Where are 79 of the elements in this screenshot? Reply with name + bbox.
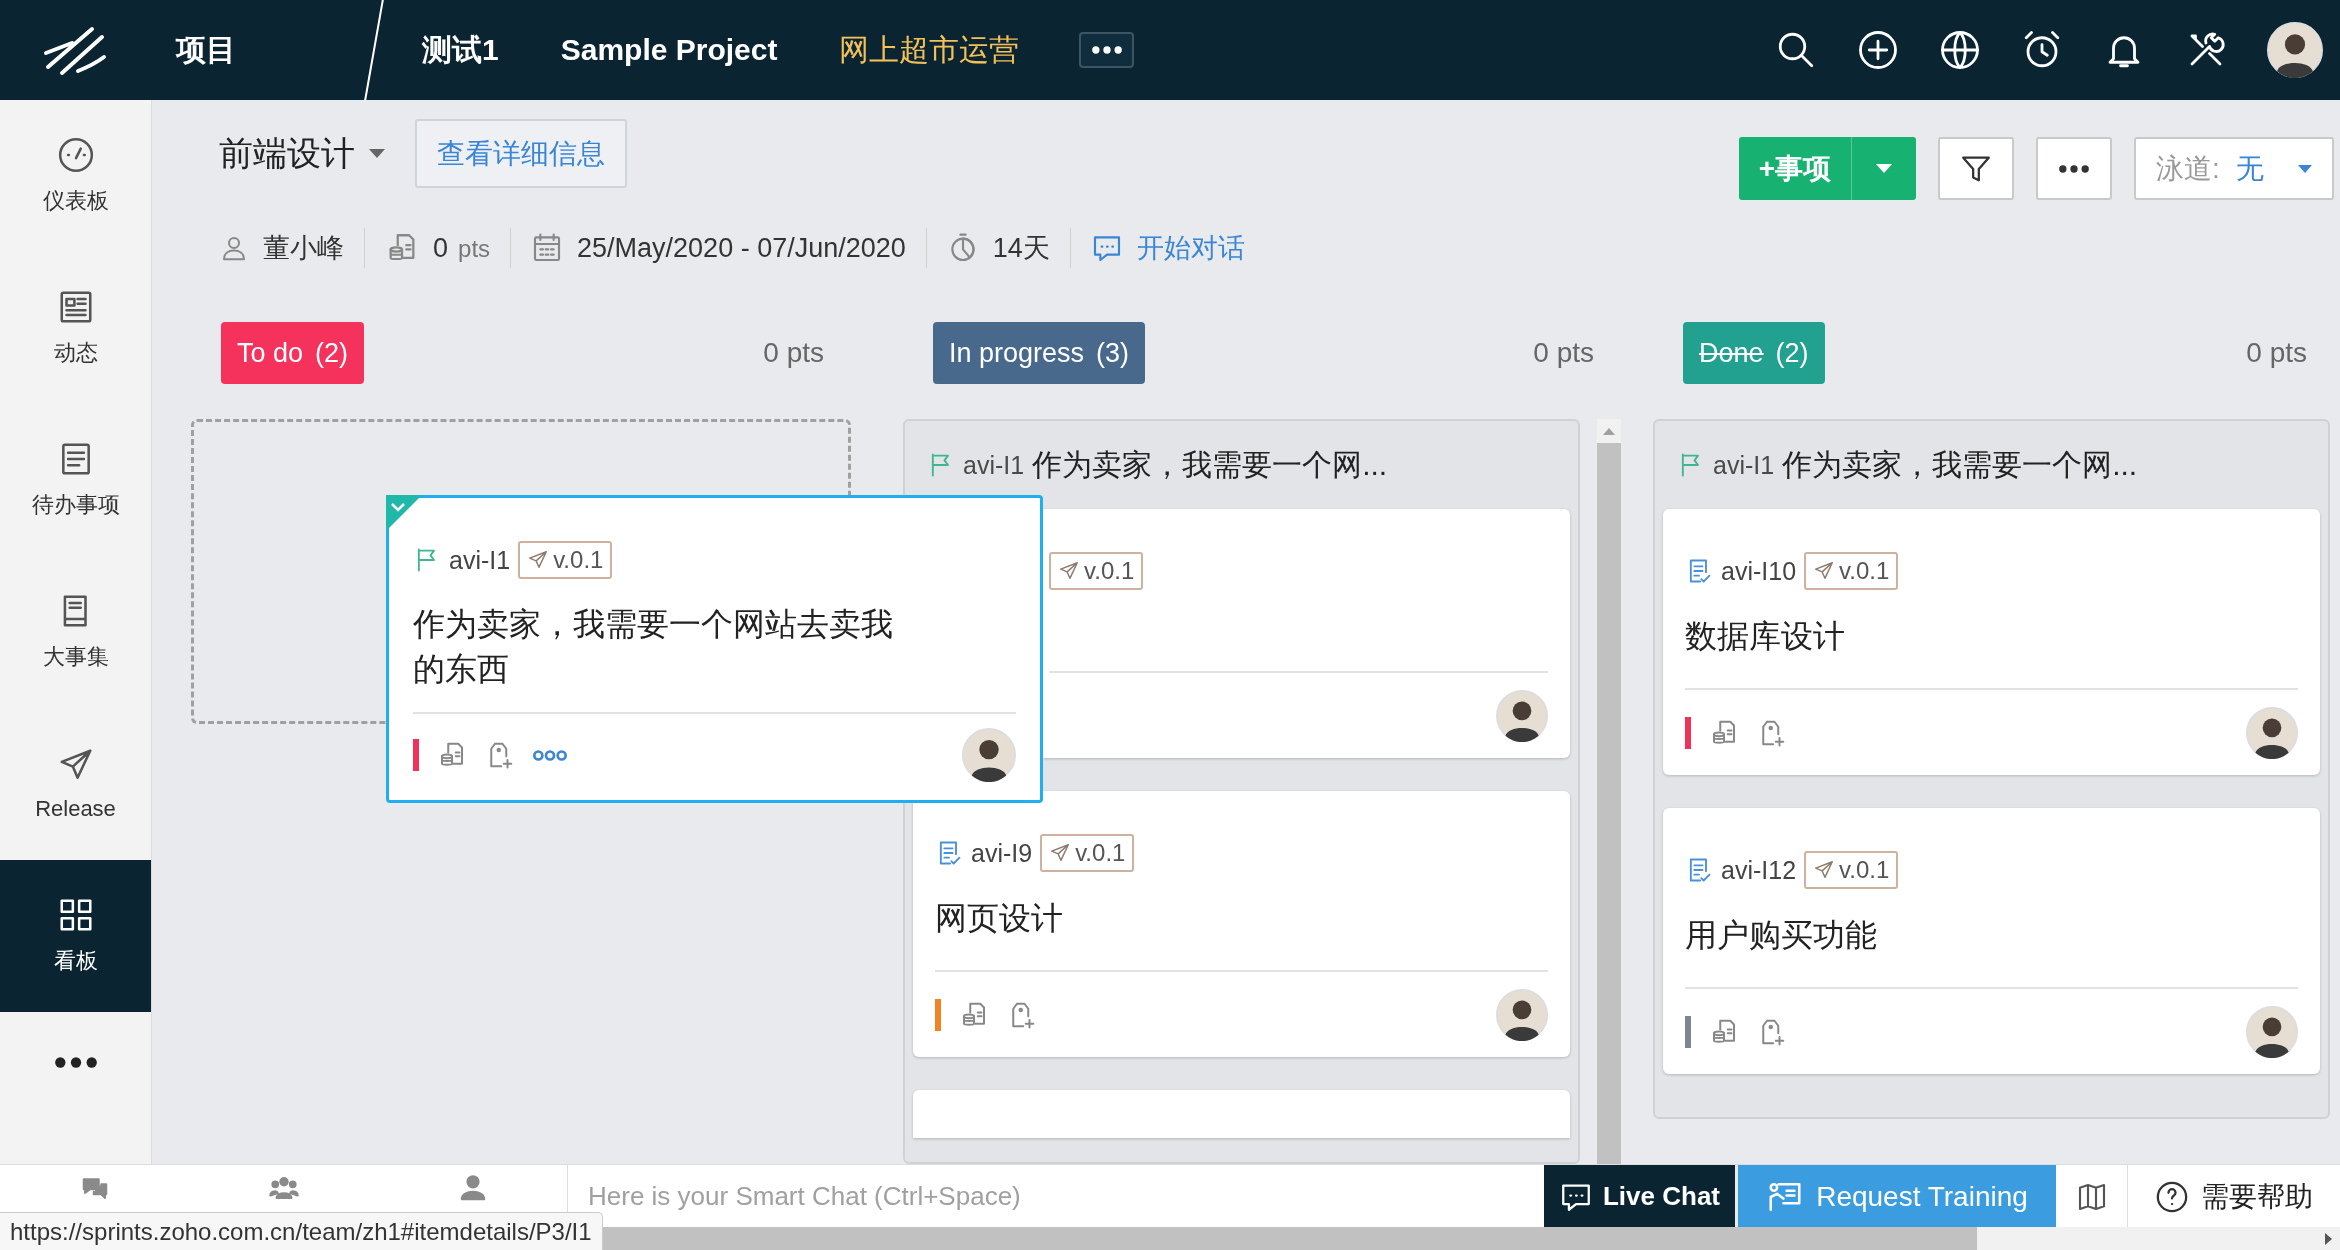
- group-title: 作为卖家，我需要一个网...: [1032, 446, 1388, 483]
- item-id: avi-I10: [1721, 556, 1797, 586]
- owner-name: 董小峰: [263, 232, 344, 265]
- group-title: 作为卖家，我需要一个网...: [1782, 446, 2138, 483]
- more-button[interactable]: [1079, 32, 1135, 68]
- column-points: 0 pts: [2246, 337, 2307, 369]
- item-id: avi-I1: [1713, 450, 1775, 480]
- column-points: 0 pts: [763, 337, 824, 369]
- live-chat-button[interactable]: Live Chat: [1544, 1165, 1735, 1228]
- column-title: To do: [237, 337, 304, 369]
- item-id: avi-I12: [1721, 855, 1797, 885]
- avatar: [1496, 988, 1548, 1041]
- release-tag[interactable]: v.0.1: [1804, 851, 1899, 889]
- avatar: [2246, 1005, 2298, 1058]
- help-button[interactable]: 需要帮助: [2128, 1165, 2340, 1228]
- column-count: (3): [1096, 337, 1130, 369]
- column-points: 0 pts: [1533, 337, 1594, 369]
- help-icon: [2155, 1179, 2189, 1214]
- release-label: v.0.1: [1839, 557, 1890, 585]
- paper-plane-icon: [1049, 842, 1072, 864]
- add-icon: [1857, 29, 1899, 71]
- release-label: v.0.1: [1839, 856, 1890, 884]
- sidebar-item[interactable]: 待办事项: [0, 404, 151, 556]
- avatar: [2246, 706, 2298, 759]
- release-tag[interactable]: v.0.1: [518, 541, 613, 579]
- paper-plane-icon: [527, 549, 550, 571]
- paper-plane-icon: [1813, 859, 1836, 881]
- caret-icon[interactable]: [369, 149, 385, 158]
- project-tab[interactable]: Sample Project: [560, 33, 778, 67]
- filter-button[interactable]: [1938, 137, 2014, 200]
- task-card[interactable]: v.0.1: [1043, 509, 1570, 758]
- more-icon: [2059, 164, 2089, 173]
- release-label: v.0.1: [553, 546, 604, 574]
- paper-plane-icon: [1813, 560, 1836, 582]
- map-button[interactable]: [2056, 1165, 2128, 1228]
- card-title: 数据库设计: [1685, 617, 1846, 656]
- sidebar-item[interactable]: 动态: [0, 252, 151, 404]
- column-count: (2): [1775, 337, 1809, 369]
- scrollbar[interactable]: [1597, 419, 1621, 1164]
- avatar: [962, 728, 1016, 782]
- more-icon: [53, 1056, 98, 1068]
- card-title: 用户购买功能: [1685, 916, 1878, 955]
- sprint-points: 0 pts: [433, 232, 491, 264]
- sprint-duration: 14天: [992, 232, 1050, 265]
- sidebar-item[interactable]: 仪表板: [0, 100, 151, 252]
- sprint-title[interactable]: 前端设计: [219, 130, 355, 177]
- globe-icon: [1939, 29, 1981, 71]
- release-label: v.0.1: [1084, 557, 1135, 585]
- project-tab[interactable]: 测试1: [422, 29, 499, 71]
- lane-select[interactable]: 泳道: 无: [2134, 137, 2334, 200]
- avatar: [1496, 689, 1548, 742]
- task-card[interactable]: avi-I10 v.0.1 数据库设计: [1663, 509, 2320, 775]
- column-title: Done: [1699, 337, 1764, 369]
- task-card[interactable]: avi-I12 v.0.1 用户购买功能: [1663, 808, 2320, 1074]
- url-tooltip: https://sprints.zoho.com.cn/team/zh1#itemdetails/P3/I1: [0, 1212, 603, 1250]
- more-icon: [1091, 46, 1122, 54]
- card-title: 作为卖家，我需要一个网站去卖我的东西: [413, 605, 894, 689]
- project-tab[interactable]: 网上超市运营: [839, 29, 1020, 71]
- sidebar-item[interactable]: Release: [0, 708, 151, 860]
- sidebar-item[interactable]: 大事集: [0, 556, 151, 708]
- projects-link[interactable]: 项目: [176, 29, 363, 71]
- sprint-dates: 25/May/2020 - 07/Jun/2020: [577, 232, 906, 264]
- release-tag[interactable]: v.0.1: [1804, 552, 1899, 590]
- release-tag[interactable]: v.0.1: [1040, 834, 1135, 872]
- item-id: avi-I9: [971, 838, 1033, 868]
- avatar: [2267, 22, 2323, 78]
- more-icon[interactable]: [533, 749, 567, 761]
- dragged-card[interactable]: avi-I1 v.0.1 作为卖家，我需要一个网站去卖我的东西: [386, 495, 1043, 803]
- task-card[interactable]: avi-I9 v.0.1 网页设计: [913, 791, 1570, 1057]
- card-title: 网页设计: [935, 899, 1064, 938]
- release-tag[interactable]: v.0.1: [1049, 552, 1144, 590]
- gauge-icon: [56, 136, 95, 174]
- column-title: In progress: [949, 337, 1085, 369]
- paper-plane-icon: [1058, 560, 1080, 582]
- column-count: (2): [315, 337, 349, 369]
- release-label: v.0.1: [1075, 839, 1126, 867]
- item-id: avi-I1: [963, 450, 1025, 480]
- sidebar-item[interactable]: 看板: [0, 860, 151, 1012]
- item-id: avi-I1: [449, 545, 511, 575]
